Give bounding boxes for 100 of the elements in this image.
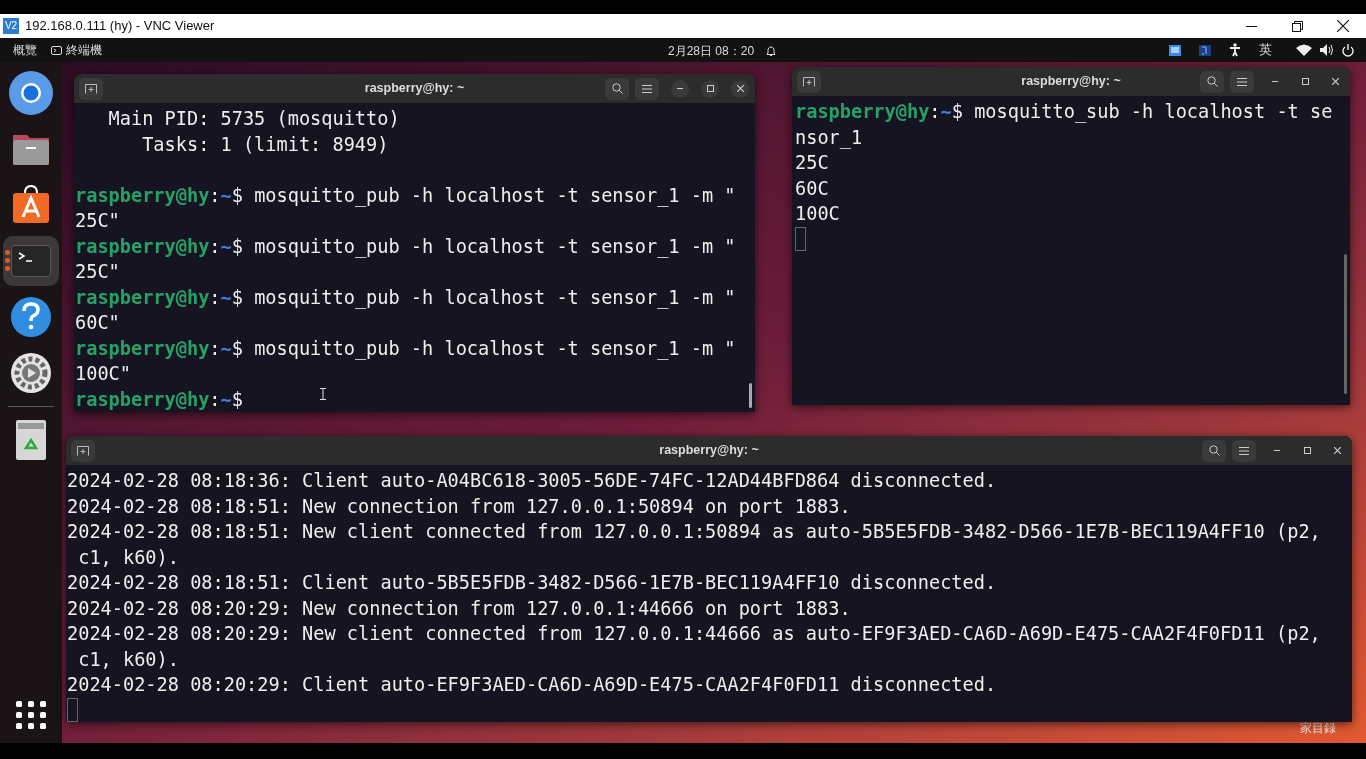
menu-button[interactable] xyxy=(1230,70,1254,93)
prompt-path: ~ xyxy=(220,234,232,259)
app-menu[interactable]: 終端機 xyxy=(51,41,102,59)
minimize-icon xyxy=(1272,81,1278,82)
prompt-separator: : xyxy=(209,387,221,412)
command-text: mosquitto_pub -h localhost -t sensor_1 -m " xyxy=(253,285,736,310)
command-text: mosquitto_pub -h localhost -t sensor_1 -m " xyxy=(253,183,736,208)
output-line: 60C xyxy=(795,176,829,201)
window-title: raspberry@hy: ~ xyxy=(364,80,465,98)
terminal-icon xyxy=(51,45,62,55)
prompt-path: ~ xyxy=(220,387,232,412)
menu-icon xyxy=(1239,446,1249,455)
output-line: 25C" xyxy=(75,260,120,284)
text-cursor xyxy=(795,226,806,251)
menu-button[interactable] xyxy=(635,77,659,100)
prompt-separator: : xyxy=(209,183,221,208)
help-icon xyxy=(9,295,53,339)
activities-button[interactable]: 概覽 xyxy=(13,41,37,59)
window-title: 192.168.0.111 (hy) - VNC Viewer xyxy=(25,17,215,36)
browser-icon xyxy=(9,71,53,115)
output-line: 2024-02-28 08:18:36: Client auto-A04BC618-3005-56DE-74FC-12AD44BFD864 disconnected. xyxy=(67,469,997,493)
maximize-button[interactable] xyxy=(701,79,719,98)
close-icon xyxy=(736,85,744,92)
new-tab-icon xyxy=(803,76,815,87)
output-line: 2024-02-28 08:18:51: New connection from 127.0.0.1:50894 on port 1883. xyxy=(67,494,851,519)
prompt-sign: $ xyxy=(951,100,963,124)
scrollbar-thumb[interactable] xyxy=(749,383,752,408)
new-tab-button[interactable] xyxy=(79,77,103,100)
output-line: 2024-02-28 08:18:51: New client connected from 127.0.0.1:50894 as auto-5B5E5FDB-3482-D566-1E7B-BEC119A4FF10 (p2, xyxy=(67,520,1321,544)
prompt-user: raspberry@hy xyxy=(75,387,210,412)
wifi-icon[interactable] xyxy=(1296,44,1312,56)
prompt-sign: $ xyxy=(231,234,243,259)
new-tab-icon xyxy=(77,445,89,456)
new-tab-button[interactable] xyxy=(71,439,95,462)
scrollbar-thumb[interactable] xyxy=(1344,254,1347,394)
maximize-icon xyxy=(1301,78,1309,85)
output-line: 100C" xyxy=(75,362,131,386)
prompt-sign: $ xyxy=(231,285,243,310)
output-line: 2024-02-28 08:20:29: Client auto-EF9F3AED-CA6D-A69D-E475-CAA2F4F0FD11 disconnected. xyxy=(67,673,997,697)
output-line: Tasks: 1 (limit: 8949) xyxy=(141,132,389,157)
prompt-separator: : xyxy=(209,234,221,259)
prompt-separator: : xyxy=(209,336,221,361)
output-line: 100C xyxy=(795,202,840,226)
close-icon xyxy=(1331,78,1339,85)
maximize-icon xyxy=(706,85,714,92)
output-line: 25C xyxy=(795,151,829,175)
show-apps-button[interactable] xyxy=(15,699,47,731)
minimize-icon xyxy=(1245,25,1257,27)
prompt-user: raspberry@hy xyxy=(75,336,210,361)
menu-button[interactable] xyxy=(1232,439,1256,462)
clock[interactable]: 2月28日 08：20 xyxy=(668,42,777,60)
output-line: nsor_1 xyxy=(795,125,863,150)
command-text: mosquitto_pub -h localhost -t sensor_1 -m " xyxy=(253,336,736,361)
prompt-separator: : xyxy=(209,285,221,310)
menu-icon xyxy=(642,84,652,93)
output-line: c1, k60). xyxy=(77,545,179,570)
close-icon xyxy=(1337,20,1349,32)
prompt-user: raspberry@hy xyxy=(75,183,210,208)
power-icon[interactable] xyxy=(1342,43,1354,57)
search-icon xyxy=(1206,76,1218,87)
prompt-user: raspberry@hy xyxy=(75,285,210,310)
search-button[interactable] xyxy=(1200,70,1224,93)
search-button[interactable] xyxy=(605,77,629,100)
command-text: mosquitto_pub -h localhost -t sensor_1 -m " xyxy=(253,234,736,259)
close-button[interactable] xyxy=(731,79,749,98)
prompt-path: ~ xyxy=(220,183,232,208)
output-line: c1, k60). xyxy=(77,647,179,672)
prompt-path: ~ xyxy=(940,100,952,124)
search-icon xyxy=(1208,445,1220,456)
prompt-separator: : xyxy=(929,100,941,124)
prompt-sign: $ xyxy=(231,387,243,412)
prompt-user: raspberry@hy xyxy=(75,234,210,259)
minimize-icon xyxy=(677,88,683,89)
input-method-indicator[interactable]: 英 xyxy=(1259,40,1272,60)
window-icon[interactable] xyxy=(1169,44,1181,56)
keyboard-app-icon[interactable] xyxy=(1199,44,1211,56)
output-line: 2024-02-28 08:18:51: Client auto-5B5E5FDB-3482-D566-1E7B-BEC119A4FF10 disconnected. xyxy=(67,571,997,595)
search-button[interactable] xyxy=(1202,439,1226,462)
output-line: Main PID: 5735 (mosquitto) xyxy=(107,107,400,131)
output-line: 2024-02-28 08:20:29: New connection from 127.0.0.1:44666 on port 1883. xyxy=(67,596,851,621)
accessibility-icon[interactable] xyxy=(1229,43,1241,57)
prompt-path: ~ xyxy=(220,285,232,310)
volume-icon[interactable] xyxy=(1320,44,1334,56)
output-line: 2024-02-28 08:20:29: New client connected from 127.0.0.1:44666 as auto-EF9F3AED-CA6D-A69D-E475-CAA2F4F0FD11 (p2, xyxy=(67,622,1321,646)
prompt-path: ~ xyxy=(220,336,232,361)
output-line: 60C" xyxy=(75,311,120,335)
command-text: mosquitto_sub -h localhost -t se xyxy=(973,100,1333,125)
window-title: raspberry@hy: ~ xyxy=(1021,73,1121,91)
minimize-icon xyxy=(1274,450,1280,451)
prompt-sign: $ xyxy=(231,183,243,208)
menu-icon xyxy=(1237,77,1247,86)
text-cursor xyxy=(67,697,78,722)
output-line: 25C" xyxy=(75,209,120,233)
vnc-logo-icon: V2 xyxy=(3,18,19,34)
text-cursor-icon xyxy=(320,388,326,400)
window-title: raspberry@hy: ~ xyxy=(659,442,759,460)
new-tab-button[interactable] xyxy=(797,70,821,93)
maximize-icon xyxy=(1303,447,1311,454)
terminal-icon xyxy=(11,245,51,277)
new-tab-icon xyxy=(85,83,97,94)
